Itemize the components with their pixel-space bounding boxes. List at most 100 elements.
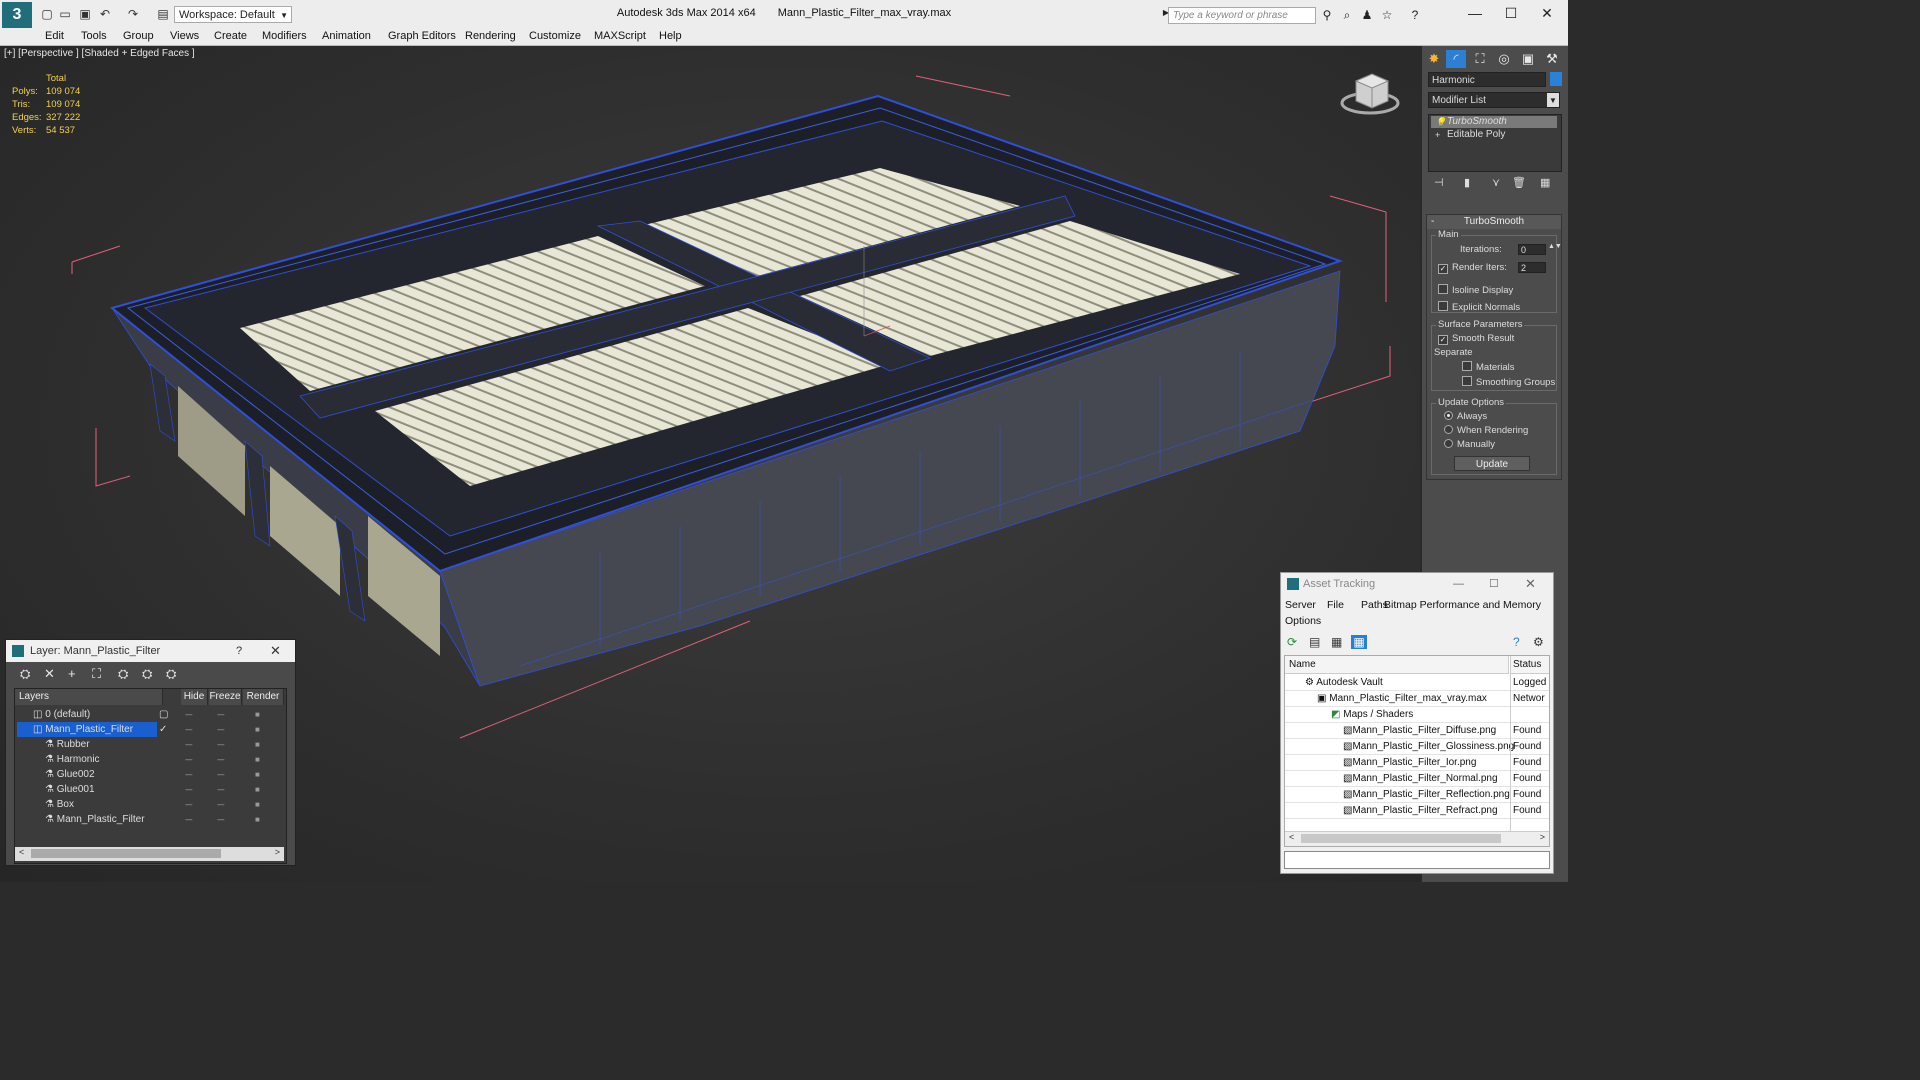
spinner-arrows-icon[interactable]: ▲▼ <box>1548 243 1562 250</box>
minimize-button[interactable]: — <box>1453 573 1464 595</box>
menu-create[interactable]: Create <box>214 29 247 44</box>
render-iters-spinner[interactable]: 2 <box>1518 262 1546 273</box>
delete-layer-icon[interactable]: ✕ <box>44 666 55 682</box>
close-button[interactable]: ✕ <box>270 640 281 662</box>
pin-stack-icon[interactable]: ⊣ <box>1434 176 1444 189</box>
configure-sets-icon[interactable]: ▦ <box>1540 176 1550 189</box>
menu-help[interactable]: Help <box>659 29 682 44</box>
menu-modifiers[interactable]: Modifiers <box>262 29 307 44</box>
current-layer-check-icon[interactable]: ✓ <box>159 722 167 737</box>
remove-modifier-icon[interactable]: 🗑 <box>1512 176 1526 189</box>
menu-rendering[interactable]: Rendering <box>465 29 516 44</box>
create-tab-icon[interactable]: ✸ <box>1424 50 1444 68</box>
turbosmooth-rollout-header[interactable]: - TurboSmooth <box>1427 215 1561 229</box>
layer-row[interactable]: ⚗ Mann_Plastic_Filter ---- ---- ■ <box>15 812 284 827</box>
workspace-dropdown[interactable]: Workspace: Default ▼ <box>174 6 292 23</box>
layer-window-titlebar[interactable]: Layer: Mann_Plastic_Filter ? ✕ <box>6 640 295 662</box>
materials-checkbox[interactable]: Materials <box>1462 361 1515 373</box>
menu-edit[interactable]: Edit <box>45 29 64 44</box>
scroll-left-icon[interactable]: < <box>19 847 24 857</box>
modify-tab-icon[interactable]: ◜ <box>1446 50 1466 68</box>
table-view-icon[interactable]: ▦ <box>1351 635 1367 649</box>
viewport-label[interactable]: [+] [Perspective ] [Shaded + Edged Faces… <box>4 48 195 59</box>
update-button[interactable]: Update <box>1454 456 1530 471</box>
project-folder-icon[interactable]: ▤ <box>156 7 170 21</box>
status-column-header[interactable]: Status <box>1510 656 1549 674</box>
layer-row[interactable]: ⚗ Rubber ---- ---- ■ <box>15 737 284 752</box>
hide-column-header[interactable]: Hide <box>181 689 208 705</box>
close-button[interactable]: ✕ <box>1532 4 1562 22</box>
always-radio[interactable]: Always <box>1444 411 1487 422</box>
list-view-icon[interactable]: ▤ <box>1309 635 1320 649</box>
smoothing-groups-checkbox[interactable]: Smoothing Groups <box>1462 376 1555 388</box>
layers-column-header[interactable]: Layers <box>15 689 163 705</box>
open-file-icon[interactable]: ▭ <box>58 7 72 21</box>
subscription-icon[interactable]: ♟ <box>1360 8 1374 22</box>
create-layer-icon[interactable]: ⛭ <box>20 666 30 682</box>
save-file-icon[interactable]: ▣ <box>78 7 92 21</box>
menu-server[interactable]: Server <box>1285 599 1316 611</box>
scroll-left-icon[interactable]: < <box>1289 832 1294 842</box>
motion-tab-icon[interactable]: ◎ <box>1494 50 1514 68</box>
explicit-normals-checkbox[interactable]: Explicit Normals <box>1438 301 1520 313</box>
scrollbar-thumb[interactable] <box>31 849 221 858</box>
layer-row[interactable]: ⚗ Glue002 ---- ---- ■ <box>15 767 284 782</box>
menu-customize[interactable]: Customize <box>529 29 581 44</box>
undo-icon[interactable]: ↶ <box>98 7 112 21</box>
freeze-all-icon[interactable]: ⛭ <box>166 666 176 682</box>
show-end-result-icon[interactable]: ▮ <box>1464 176 1470 189</box>
hide-all-icon[interactable]: ⛭ <box>142 666 152 682</box>
render-iters-checkbox[interactable]: ✓ Render Iters: <box>1438 262 1507 274</box>
settings-icon[interactable]: ⚙ <box>1533 635 1544 649</box>
isoline-display-checkbox[interactable]: Isoline Display <box>1438 284 1513 296</box>
help-button[interactable]: ? <box>236 640 242 662</box>
make-unique-icon[interactable]: ⋎ <box>1492 176 1500 189</box>
menu-tools[interactable]: Tools <box>81 29 107 44</box>
smooth-result-checkbox[interactable]: ✓ Smooth Result <box>1438 333 1514 345</box>
expand-plus-icon[interactable]: + <box>1435 129 1440 141</box>
display-tab-icon[interactable]: ▣ <box>1518 50 1538 68</box>
name-column-header[interactable]: Name <box>1285 656 1509 674</box>
horizontal-scrollbar[interactable]: < > <box>15 847 284 861</box>
layer-row[interactable]: ◫ 0 (default) ▢ ---- ---- ■ <box>15 707 284 722</box>
binoculars-icon[interactable]: ⚲ <box>1320 8 1334 22</box>
refresh-icon[interactable]: ⟳ <box>1287 635 1297 649</box>
close-button[interactable]: ✕ <box>1525 573 1536 595</box>
modifier-list-dropdown[interactable]: Modifier List ▼ <box>1428 92 1560 108</box>
layer-row[interactable]: ⚗ Box ---- ---- ■ <box>15 797 284 812</box>
manually-radio[interactable]: Manually <box>1444 439 1495 450</box>
horizontal-scrollbar[interactable]: < > <box>1285 831 1549 846</box>
new-file-icon[interactable]: ▢ <box>40 7 54 21</box>
iterations-spinner[interactable]: 0 <box>1518 244 1546 255</box>
app-logo-button[interactable]: 3 <box>2 2 32 28</box>
current-layer-checkbox[interactable]: ▢ <box>159 707 168 722</box>
scroll-right-icon[interactable]: > <box>275 847 280 857</box>
utilities-tab-icon[interactable]: ⚒ <box>1542 50 1562 68</box>
menu-bitmap-performance[interactable]: Bitmap Performance and Memory <box>1384 599 1541 611</box>
menu-animation[interactable]: Animation <box>322 29 371 44</box>
menu-file[interactable]: File <box>1327 599 1344 611</box>
favorites-star-icon[interactable]: ☆ <box>1380 8 1394 22</box>
lightbulb-icon[interactable]: 💡 <box>1435 116 1446 128</box>
minimize-button[interactable]: — <box>1460 4 1490 22</box>
help-icon[interactable]: ? <box>1513 635 1520 649</box>
maximize-button[interactable]: ☐ <box>1496 4 1526 22</box>
add-to-layer-icon[interactable]: + <box>68 666 76 681</box>
object-color-swatch[interactable] <box>1550 72 1562 86</box>
maximize-button[interactable]: ☐ <box>1489 573 1499 595</box>
select-objects-icon[interactable]: ⛶ <box>92 666 101 682</box>
redo-icon[interactable]: ↷ <box>126 7 140 21</box>
when-rendering-radio[interactable]: When Rendering <box>1444 425 1528 436</box>
help-icon[interactable]: ? <box>1408 8 1422 22</box>
communication-center-icon[interactable]: ⌕ <box>1340 8 1354 23</box>
menu-group[interactable]: Group <box>123 29 154 44</box>
layer-row[interactable]: ◫ Mann_Plastic_Filter ✓ ---- ---- ■ <box>15 722 284 737</box>
layer-row[interactable]: ⚗ Harmonic ---- ---- ■ <box>15 752 284 767</box>
freeze-column-header[interactable]: Freeze <box>209 689 242 705</box>
menu-graph-editors[interactable]: Graph Editors <box>388 29 456 44</box>
highlight-layer-icon[interactable]: ⛭ <box>118 666 128 682</box>
object-name-field[interactable]: Harmonic <box>1428 72 1546 87</box>
scroll-right-icon[interactable]: > <box>1540 832 1545 842</box>
search-input[interactable]: Type a keyword or phrase <box>1168 7 1316 24</box>
scrollbar-thumb[interactable] <box>1301 834 1501 843</box>
